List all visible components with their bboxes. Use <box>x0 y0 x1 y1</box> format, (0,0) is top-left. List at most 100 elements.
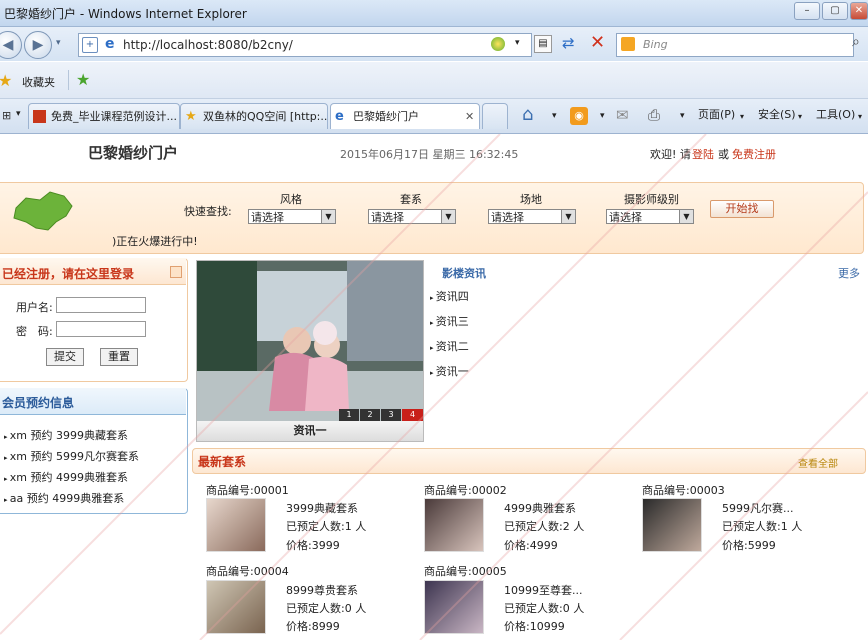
package-photo[interactable] <box>206 498 266 552</box>
slide-page-4-active[interactable]: 4 <box>402 409 423 421</box>
reset-button[interactable]: 重置 <box>100 348 138 366</box>
package-code: 商品编号:00005 <box>424 565 507 578</box>
booking-text: xm 预约 3999典藏套系 <box>9 429 128 442</box>
slide-page-2[interactable]: 2 <box>360 409 380 421</box>
booking-text: xm 预约 4999典雅套系 <box>9 471 128 484</box>
news-item[interactable]: ▸ 资讯一 <box>430 360 469 385</box>
search-start-button[interactable]: 开始找 <box>710 200 774 218</box>
print-dropdown-icon[interactable]: ▾ <box>680 111 685 121</box>
booking-item[interactable]: ▸ xm 预约 4999典雅套系 <box>4 468 139 489</box>
news-text: 资讯三 <box>435 315 469 328</box>
close-tab-icon[interactable]: ✕ <box>465 104 474 129</box>
filter-venue-select[interactable]: 请选择 ▼ <box>488 209 576 224</box>
booking-item[interactable]: ▸ xm 预约 3999典藏套系 <box>4 426 139 447</box>
welcome-text: 欢迎! 请 <box>650 148 691 161</box>
package-code: 商品编号:00003 <box>642 484 725 497</box>
package-photo[interactable] <box>424 498 484 552</box>
password-label: 密 码: <box>16 325 53 338</box>
username-input[interactable] <box>56 297 146 313</box>
register-link[interactable]: 免费注册 <box>732 146 776 162</box>
stop-icon[interactable]: ✕ <box>590 32 605 53</box>
filter-venue-label: 场地 <box>520 193 542 206</box>
news-list: ▸ 资讯四 ▸ 资讯三 ▸ 资讯二 ▸ 资讯一 <box>430 285 469 385</box>
forward-button[interactable]: ▶ <box>24 31 52 59</box>
booking-item[interactable]: ▸ xm 预约 5999凡尔赛套系 <box>4 447 139 468</box>
page-menu[interactable]: 页面(P) <box>698 106 735 122</box>
package-photo[interactable] <box>206 580 266 634</box>
slide-page-1[interactable]: 1 <box>339 409 359 421</box>
package-name-link[interactable]: 8999尊贵套系 <box>286 582 358 598</box>
slideshow[interactable]: 1 2 3 4 资讯一 <box>196 260 424 442</box>
recent-pages-icon[interactable]: ▾ <box>56 38 61 48</box>
favorites-star-icon[interactable]: ★ <box>0 71 12 90</box>
address-dropdown-icon[interactable]: ▾ <box>515 38 520 48</box>
news-item[interactable]: ▸ 资讯二 <box>430 335 469 360</box>
package-name-link[interactable]: 3999典藏套系 <box>286 500 358 516</box>
print-icon[interactable]: ⎙ <box>648 106 660 124</box>
address-url[interactable]: http://localhost:8080/b2cny/ <box>123 38 293 52</box>
submit-button[interactable]: 提交 <box>46 348 84 366</box>
select-value: 请选择 <box>609 211 642 224</box>
search-box[interactable]: Bing <box>616 33 854 57</box>
chevron-down-icon: ▼ <box>321 210 335 223</box>
chevron-down-icon: ▼ <box>441 210 455 223</box>
maximize-button[interactable]: ▢ <box>822 2 848 20</box>
booking-item[interactable]: ▸ aa 预约 4999典雅套系 <box>4 489 139 510</box>
tools-menu[interactable]: 工具(O) <box>816 106 855 122</box>
news-item[interactable]: ▸ 资讯三 <box>430 310 469 335</box>
password-input[interactable] <box>56 321 146 337</box>
select-value: 请选择 <box>371 211 404 224</box>
close-window-button[interactable]: ✕ <box>850 2 868 20</box>
tab-label: 免费_毕业课程范例设计... <box>51 110 177 123</box>
tab-list-icon[interactable]: ▾ <box>16 109 21 119</box>
add-favorite-icon[interactable]: + <box>82 37 98 53</box>
tab-mianfei[interactable]: 免费_毕业课程范例设计... <box>28 103 180 129</box>
package-photo[interactable] <box>424 580 484 634</box>
package-name-link[interactable]: 10999至尊套... <box>504 582 582 598</box>
home-dropdown-icon[interactable]: ▾ <box>552 111 557 121</box>
chevron-down-icon: ▼ <box>561 210 575 223</box>
filter-package-label: 套系 <box>400 193 422 206</box>
feeds-icon[interactable]: ◉ <box>570 107 588 125</box>
filter-style-select[interactable]: 请选择 ▼ <box>248 209 336 224</box>
package-photo[interactable] <box>642 498 702 552</box>
home-icon[interactable]: ⌂ <box>522 104 533 125</box>
package-name-link[interactable]: 4999典雅套系 <box>504 500 576 516</box>
slideshow-caption[interactable]: 资讯一 <box>197 421 423 441</box>
search-placeholder[interactable]: Bing <box>643 38 668 51</box>
new-tab-button[interactable] <box>482 103 508 129</box>
panel-corner-icon <box>170 266 182 278</box>
username-label: 用户名: <box>16 301 53 314</box>
search-icon[interactable]: ⌕ <box>852 34 860 50</box>
current-datetime: 2015年06月17日 星期三 16:32:45 <box>340 148 519 161</box>
login-link[interactable]: 登陆 <box>692 146 714 162</box>
feeds-dropdown-icon[interactable]: ▾ <box>600 111 605 121</box>
package-name-link[interactable]: 5999凡尔赛... <box>722 500 793 516</box>
refresh-icon[interactable]: ⇄ <box>562 34 575 52</box>
slideshow-pager: 1 2 3 4 <box>339 409 423 421</box>
filter-style-label: 风格 <box>280 193 302 206</box>
packages-view-all-link[interactable]: 查看全部 <box>798 455 838 470</box>
news-more-link[interactable]: 更多 <box>838 265 860 281</box>
mail-icon[interactable]: ✉ <box>616 106 629 124</box>
package-code: 商品编号:00001 <box>206 484 289 497</box>
news-item[interactable]: ▸ 资讯四 <box>430 285 469 310</box>
filter-photographer-select[interactable]: 请选择 ▼ <box>606 209 694 224</box>
tab-bali-active[interactable]: e 巴黎婚纱门户 ✕ <box>330 103 480 129</box>
add-to-favorites-bar-icon[interactable]: ★ <box>76 70 90 89</box>
page-menu-arrow-icon: ▾ <box>740 112 745 121</box>
address-bar[interactable]: + e http://localhost:8080/b2cny/ ▾ <box>78 33 532 57</box>
compatibility-icon[interactable] <box>491 37 505 51</box>
tools-menu-arrow-icon: ▾ <box>858 112 863 121</box>
booking-panel-title: 会员预约信息 <box>2 396 75 410</box>
slide-page-3[interactable]: 3 <box>381 409 401 421</box>
star-favicon-icon: ★ <box>185 109 197 124</box>
safety-menu[interactable]: 安全(S) <box>758 106 796 122</box>
favorites-label[interactable]: 收藏夹 <box>22 74 55 90</box>
quick-tabs-icon[interactable]: ⊞ <box>2 109 11 122</box>
tab-qq-space[interactable]: ★ 双鱼林的QQ空间 [http:... <box>180 103 328 129</box>
minimize-button[interactable]: – <box>794 2 820 20</box>
rss-page-icon[interactable]: ▤ <box>534 35 552 53</box>
filter-package-select[interactable]: 请选择 ▼ <box>368 209 456 224</box>
ie-page-icon: e <box>105 36 115 52</box>
